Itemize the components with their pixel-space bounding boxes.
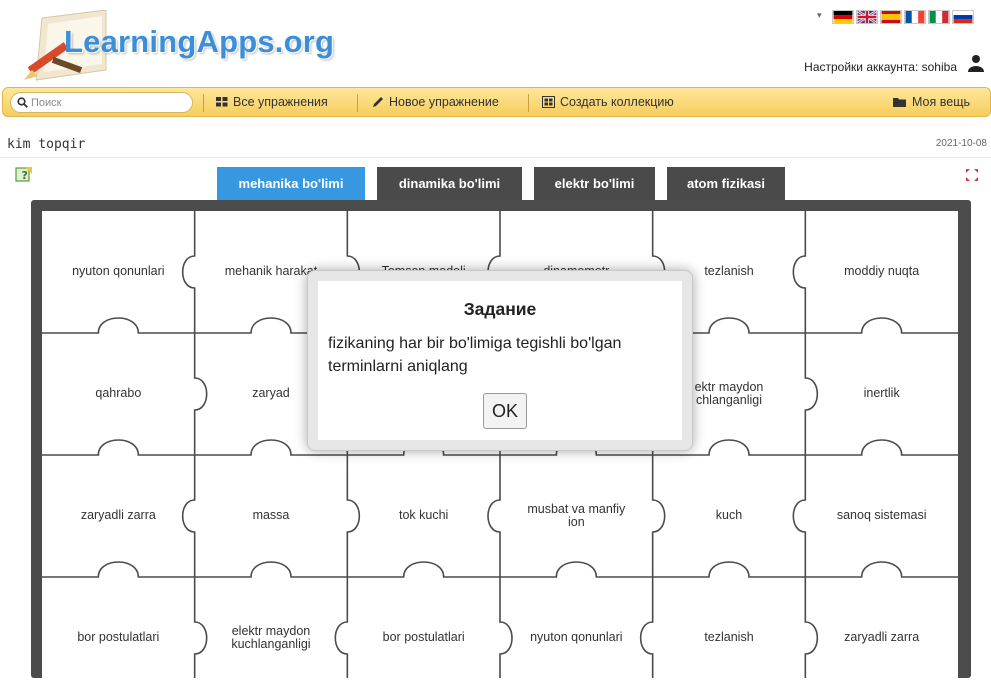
ok-button[interactable]: OK (483, 393, 527, 429)
folder-icon (893, 97, 906, 107)
main-toolbar: Все упражнения Новое упражнение Создать … (2, 87, 991, 117)
toolbar-divider (528, 94, 529, 112)
puzzle-piece[interactable]: qahrabo (42, 333, 195, 455)
puzzle-piece[interactable]: nyuton qonunlari (42, 211, 195, 333)
puzzle-piece[interactable]: nyuton qonunlari (500, 577, 653, 699)
help-icon[interactable]: ? (15, 166, 33, 183)
flag-ru-icon[interactable] (952, 10, 974, 24)
new-exercise-label: Новое упражнение (389, 95, 499, 109)
fullscreen-icon[interactable] (966, 169, 978, 181)
language-flags (832, 10, 974, 24)
tab-mehanika[interactable]: mehanika bo'limi (217, 167, 365, 200)
puzzle-piece[interactable]: zaryadli zarra (805, 577, 958, 699)
grid-icon (216, 97, 228, 107)
create-collection-label: Создать коллекцию (560, 95, 674, 109)
toolbar-divider (203, 94, 204, 112)
new-exercise-button[interactable]: Новое упражнение (372, 95, 499, 109)
all-exercises-label: Все упражнения (233, 95, 328, 109)
collection-icon (542, 96, 555, 108)
puzzle-piece[interactable]: moddiy nuqta (805, 211, 958, 333)
search-icon (17, 97, 28, 108)
puzzle-piece[interactable]: kuch (653, 455, 806, 577)
create-collection-button[interactable]: Создать коллекцию (542, 95, 674, 109)
pencil-icon (373, 97, 383, 107)
task-dialog-body: Задание fizikaning har bir bo'limiga teg… (318, 281, 682, 440)
tab-elektr[interactable]: elektr bo'limi (534, 167, 655, 200)
puzzle-piece[interactable]: elektr maydon kuchlanganligi (195, 577, 348, 699)
puzzle-piece[interactable]: bor postulatlari (42, 577, 195, 699)
account-settings-link[interactable]: Настройки аккаунта: sohiba (804, 60, 957, 74)
divider (0, 157, 991, 158)
header: LearningApps.org ▾ Настройки аккаунта: s… (0, 0, 991, 86)
puzzle-piece[interactable]: massa (195, 455, 348, 577)
search-box[interactable] (10, 92, 193, 113)
task-dialog: Задание fizikaning har bir bo'limiga teg… (307, 270, 693, 451)
tab-dinamika[interactable]: dinamika bo'limi (377, 167, 522, 200)
puzzle-piece[interactable]: bor postulatlari (347, 577, 500, 699)
app-title: kim topqir (7, 137, 86, 152)
language-dropdown-icon[interactable]: ▾ (817, 10, 822, 21)
svg-text:?: ? (22, 169, 28, 182)
puzzle-piece[interactable]: musbat va manfiy ion (500, 455, 653, 577)
app-date: 2021-10-08 (935, 138, 987, 149)
toolbar-divider (357, 94, 358, 112)
tab-atom-fizikasi[interactable]: atom fizikasi (667, 167, 785, 200)
puzzle-piece[interactable]: inertlik (805, 333, 958, 455)
flag-fr-icon[interactable] (904, 10, 926, 24)
all-exercises-button[interactable]: Все упражнения (216, 95, 328, 109)
search-input[interactable] (28, 96, 178, 109)
puzzle-piece[interactable]: sanoq sistemasi (805, 455, 958, 577)
dialog-text: fizikaning har bir bo'limiga tegishli bo… (328, 335, 622, 376)
puzzle-piece[interactable]: zaryadli zarra (42, 455, 195, 577)
flag-de-icon[interactable] (832, 10, 854, 24)
flag-it-icon[interactable] (928, 10, 950, 24)
flag-uk-icon[interactable] (856, 10, 878, 24)
puzzle-piece[interactable]: tok kuchi (347, 455, 500, 577)
my-stuff-button[interactable]: Моя вещь (893, 95, 970, 109)
dialog-title: Задание (463, 299, 537, 319)
my-stuff-label: Моя вещь (912, 95, 970, 109)
puzzle-piece[interactable]: tezlanish (653, 577, 806, 699)
site-logo[interactable]: LearningApps.org (64, 24, 334, 60)
flag-es-icon[interactable] (880, 10, 902, 24)
user-icon[interactable] (968, 54, 984, 72)
